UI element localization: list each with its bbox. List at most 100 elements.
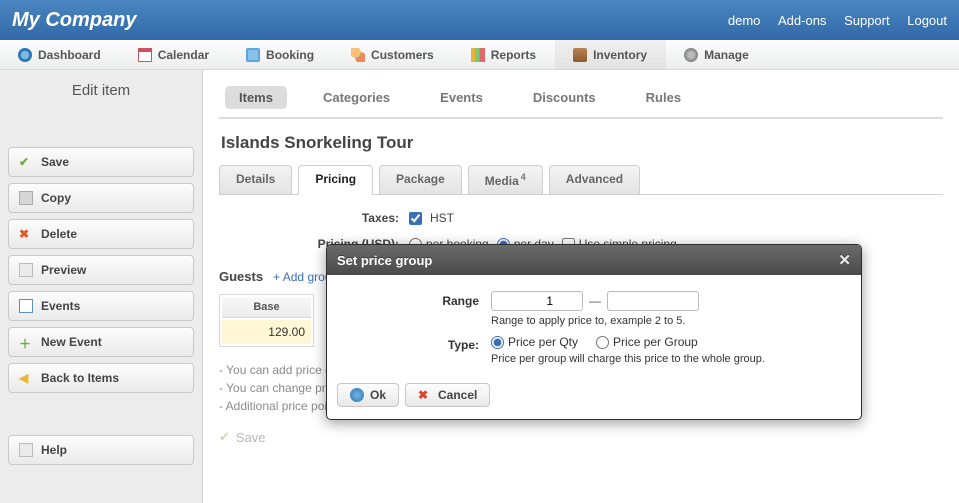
customers-icon — [351, 48, 365, 62]
btn-label: Help — [41, 443, 67, 457]
save-row-disabled: ✔ Save — [219, 429, 943, 445]
type-hint: Price per group will charge this price t… — [491, 353, 847, 365]
manage-icon — [684, 48, 698, 62]
inventory-icon — [573, 48, 587, 62]
plus-icon: ＋ — [19, 335, 33, 349]
modal-header: Set price group ✕ — [327, 245, 861, 275]
preview-button[interactable]: Preview — [8, 255, 194, 285]
new-event-button[interactable]: ＋ New Event — [8, 327, 194, 357]
top-links: demo Add-ons Support Logout — [714, 13, 947, 28]
save-button[interactable]: ✔ Save — [8, 147, 194, 177]
btn-label: Events — [41, 299, 80, 313]
nav-label: Manage — [704, 48, 749, 62]
delete-button[interactable]: ✖Delete — [8, 219, 194, 249]
sidebar: Edit item ✔ Save Copy ✖Delete Preview Eve… — [0, 70, 203, 503]
tab-media[interactable]: Media4 — [468, 165, 543, 194]
nav-label: Customers — [371, 48, 434, 62]
help-icon — [19, 443, 33, 457]
dashboard-icon — [18, 48, 32, 62]
nav-inventory[interactable]: Inventory — [555, 40, 666, 69]
price-per-qty-radio[interactable] — [491, 336, 504, 349]
col-base: Base — [222, 297, 311, 318]
btn-label: Delete — [41, 227, 77, 241]
arrow-left-icon: ◀ — [19, 371, 33, 385]
tax-hst-checkbox[interactable] — [409, 212, 422, 225]
modal-title: Set price group — [337, 253, 838, 268]
refresh-icon — [350, 388, 364, 402]
btn-label: Ok — [370, 388, 386, 402]
tab-rules[interactable]: Rules — [632, 86, 695, 109]
tab-details[interactable]: Details — [219, 165, 292, 194]
media-badge: 4 — [521, 172, 526, 182]
help-button[interactable]: Help — [8, 435, 194, 465]
cancel-button[interactable]: ✖ Cancel — [405, 383, 490, 407]
nav-label: Dashboard — [38, 48, 101, 62]
main-nav: Dashboard Calendar Booking Customers Rep… — [0, 40, 959, 70]
calendar-icon — [138, 48, 152, 62]
type-opt-label: Price per Group — [613, 335, 698, 349]
btn-label: New Event — [41, 335, 102, 349]
close-icon: ✖ — [418, 388, 432, 402]
link-demo[interactable]: demo — [728, 13, 761, 28]
tax-hst-label: HST — [430, 211, 454, 225]
btn-label: Cancel — [438, 388, 477, 402]
link-addons[interactable]: Add-ons — [778, 13, 826, 28]
tab-events[interactable]: Events — [426, 86, 497, 109]
nav-customers[interactable]: Customers — [333, 40, 453, 69]
base-price-table: Base 129.00 — [219, 294, 314, 347]
range-label: Range — [341, 291, 491, 308]
tab-items[interactable]: Items — [225, 86, 287, 109]
brand-title: My Company — [12, 9, 714, 32]
save-disabled-label: Save — [236, 430, 266, 445]
page-title: Islands Snorkeling Tour — [219, 119, 943, 165]
range-from-input[interactable] — [491, 291, 583, 311]
nav-manage[interactable]: Manage — [666, 40, 768, 69]
copy-button[interactable]: Copy — [8, 183, 194, 213]
range-to-input[interactable] — [607, 291, 699, 311]
detail-tabs: Details Pricing Package Media4 Advanced — [219, 165, 943, 195]
tab-discounts[interactable]: Discounts — [519, 86, 610, 109]
tab-pricing[interactable]: Pricing — [298, 165, 373, 194]
nav-label: Reports — [491, 48, 536, 62]
copy-icon — [19, 191, 33, 205]
type-opt-label: Price per Qty — [508, 335, 578, 349]
preview-icon — [19, 263, 33, 277]
link-support[interactable]: Support — [844, 13, 890, 28]
events-button[interactable]: Events — [8, 291, 194, 321]
nav-calendar[interactable]: Calendar — [120, 40, 228, 69]
price-per-group-radio[interactable] — [596, 336, 609, 349]
sidebar-title: Edit item — [8, 76, 194, 115]
ok-button[interactable]: Ok — [337, 383, 399, 407]
tab-package[interactable]: Package — [379, 165, 462, 194]
btn-label: Copy — [41, 191, 71, 205]
nav-label: Booking — [266, 48, 314, 62]
nav-dashboard[interactable]: Dashboard — [0, 40, 120, 69]
btn-label: Preview — [41, 263, 86, 277]
type-label: Type: — [341, 335, 491, 352]
nav-reports[interactable]: Reports — [453, 40, 555, 69]
section-tabs: Items Categories Events Discounts Rules — [219, 80, 943, 119]
btn-label: Save — [41, 155, 69, 169]
nav-label: Calendar — [158, 48, 209, 62]
reports-icon — [471, 48, 485, 62]
base-price-cell[interactable]: 129.00 — [222, 320, 311, 344]
set-price-group-modal: Set price group ✕ Range — Range to apply… — [326, 244, 862, 420]
taxes-label: Taxes: — [219, 211, 409, 225]
app-header: My Company demo Add-ons Support Logout — [0, 0, 959, 40]
check-icon: ✔ — [219, 429, 230, 445]
booking-icon — [246, 48, 260, 62]
nav-label: Inventory — [593, 48, 647, 62]
events-icon — [19, 299, 33, 313]
tab-media-label: Media — [485, 174, 519, 188]
guests-label: Guests — [219, 269, 263, 284]
tab-categories[interactable]: Categories — [309, 86, 404, 109]
back-to-items-button[interactable]: ◀ Back to Items — [8, 363, 194, 393]
check-icon: ✔ — [19, 155, 33, 169]
range-dash: — — [589, 294, 601, 308]
nav-booking[interactable]: Booking — [228, 40, 333, 69]
btn-label: Back to Items — [41, 371, 119, 385]
modal-close-button[interactable]: ✕ — [838, 251, 851, 269]
range-hint: Range to apply price to, example 2 to 5. — [491, 315, 847, 327]
link-logout[interactable]: Logout — [907, 13, 947, 28]
tab-advanced[interactable]: Advanced — [549, 165, 640, 194]
